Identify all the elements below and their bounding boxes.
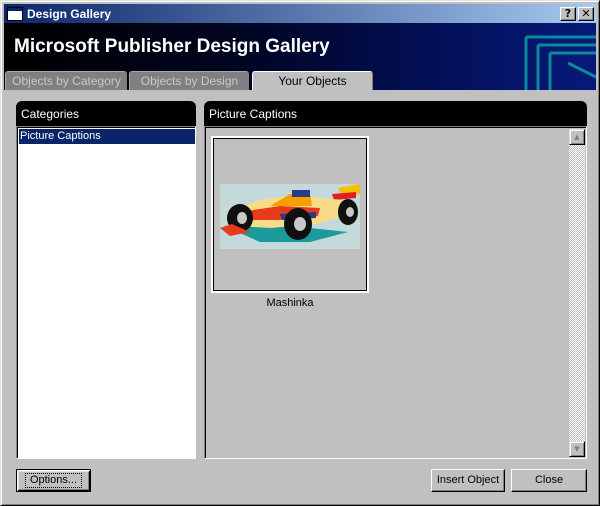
tab-objects-by-design[interactable]: Objects by Design [129,71,249,90]
race-car-icon [220,184,360,249]
close-button[interactable]: Close [511,469,587,492]
gallery-item-label: Mashinka [266,297,314,309]
close-window-button[interactable]: ✕ [578,6,594,21]
tab-objects-by-category[interactable]: Objects by Category [5,71,127,90]
scroll-up-arrow-icon[interactable]: ▲ [569,129,585,145]
window-icon[interactable] [7,6,23,21]
decorative-frames-icon [524,35,596,90]
scroll-down-arrow-icon[interactable]: ▼ [569,441,585,457]
window-title: Design Gallery [27,6,112,21]
categories-header: Categories [16,101,196,127]
design-gallery-window: Design Gallery ? ✕ Microsoft Publisher D… [0,0,600,506]
categories-list[interactable]: Picture Captions [16,126,196,459]
banner-title: Microsoft Publisher Design Gallery [14,36,330,57]
gallery-header: Picture Captions [204,101,587,127]
gallery-item-thumbnail[interactable] [211,136,369,293]
gallery-pane[interactable]: Mashinka ▲ ▼ [204,126,587,459]
options-button-label: Options... [24,473,83,488]
category-item-picture-captions[interactable]: Picture Captions [19,129,195,144]
help-button[interactable]: ? [560,6,576,21]
options-button[interactable]: Options... [16,469,91,492]
title-bar[interactable]: Design Gallery ? ✕ [4,4,596,23]
tab-your-objects[interactable]: Your Objects [252,71,373,90]
gallery-scrollbar[interactable]: ▲ ▼ [569,129,585,457]
insert-object-button[interactable]: Insert Object [431,469,505,492]
